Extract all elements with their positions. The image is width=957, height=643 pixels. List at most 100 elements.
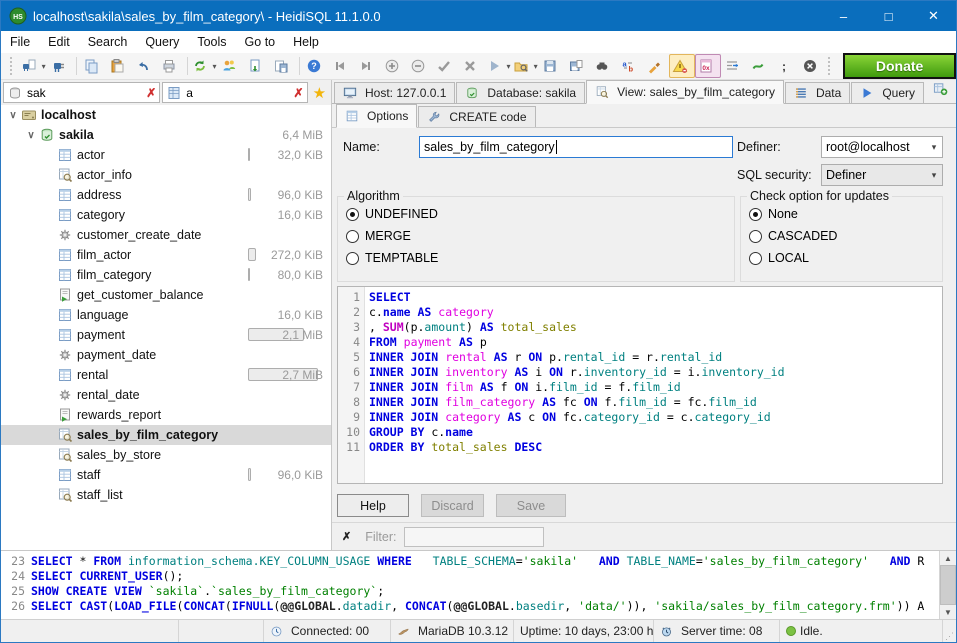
tree-item-sales_by_store[interactable]: sales_by_store bbox=[1, 445, 331, 465]
post-changes-button[interactable] bbox=[433, 54, 459, 78]
menu-file[interactable]: File bbox=[1, 33, 39, 51]
delete-record-button[interactable] bbox=[407, 54, 433, 78]
check-option-radio-none[interactable] bbox=[749, 208, 762, 221]
menu-edit[interactable]: Edit bbox=[39, 33, 79, 51]
check-option-option-local[interactable]: LOCAL bbox=[749, 247, 942, 269]
indent-button[interactable] bbox=[721, 54, 747, 78]
tree-item-sakila[interactable]: ∨sakila6,4 MiB bbox=[1, 125, 331, 145]
save-dump-button[interactable] bbox=[270, 54, 296, 78]
paste-button[interactable] bbox=[106, 54, 132, 78]
algorithm-option-temptable[interactable]: TEMPTABLE bbox=[346, 247, 734, 269]
user-manager-button[interactable] bbox=[218, 54, 244, 78]
tree-item-rental[interactable]: rental2,7 MiB bbox=[1, 365, 331, 385]
tree-item-payment_date[interactable]: payment_date bbox=[1, 345, 331, 365]
resize-grip-icon[interactable]: ⋰ bbox=[943, 631, 956, 642]
favorites-star-icon[interactable]: ★ bbox=[310, 84, 329, 102]
view-sql-editor[interactable]: 1234567891011 SELECTc.name AS category, … bbox=[337, 286, 943, 484]
algorithm-option-undefined[interactable]: UNDEFINED bbox=[346, 203, 734, 225]
clear-column-filter-icon[interactable]: ✗ bbox=[294, 86, 304, 100]
session-manager-button[interactable]: ▾ bbox=[20, 54, 47, 78]
algorithm-option-merge[interactable]: MERGE bbox=[346, 225, 734, 247]
tree-item-sales_by_film_category[interactable]: sales_by_film_category bbox=[1, 425, 331, 445]
first-record-button[interactable] bbox=[329, 54, 355, 78]
find-text-button[interactable] bbox=[591, 54, 617, 78]
semicolon-button[interactable]: ; bbox=[773, 54, 799, 78]
scroll-up-icon[interactable]: ▲ bbox=[940, 551, 956, 565]
tree-item-localhost[interactable]: ∨localhost bbox=[1, 105, 331, 125]
tab-query[interactable]: Query bbox=[851, 82, 924, 103]
collapse-arrow-icon[interactable]: ∨ bbox=[23, 130, 39, 141]
last-record-button[interactable] bbox=[355, 54, 381, 78]
tree-item-staff_list[interactable]: staff_list bbox=[1, 485, 331, 505]
menu-go-to[interactable]: Go to bbox=[236, 33, 285, 51]
tree-item-get_customer_balance[interactable]: get_customer_balance bbox=[1, 285, 331, 305]
tab-view[interactable]: View: sales_by_film_category bbox=[586, 80, 784, 104]
tree-item-rewards_report[interactable]: rewards_report bbox=[1, 405, 331, 425]
filter-input[interactable] bbox=[404, 527, 544, 547]
refresh-button[interactable]: ▾ bbox=[191, 54, 218, 78]
tab-data[interactable]: Data bbox=[785, 82, 850, 103]
run-query-button[interactable]: ▾ bbox=[485, 54, 512, 78]
tree-item-category[interactable]: category16,0 KiB bbox=[1, 205, 331, 225]
scroll-down-icon[interactable]: ▼ bbox=[940, 605, 956, 619]
tree-item-rental_date[interactable]: rental_date bbox=[1, 385, 331, 405]
sql-security-combobox[interactable]: Definer ▾ bbox=[821, 164, 943, 186]
tree-item-address[interactable]: address96,0 KiB bbox=[1, 185, 331, 205]
algorithm-radio-merge[interactable] bbox=[346, 230, 359, 243]
definer-combobox[interactable]: root@localhost ▾ bbox=[821, 136, 943, 158]
tree-item-staff[interactable]: staff96,0 KiB bbox=[1, 465, 331, 485]
format-code-button[interactable] bbox=[643, 54, 669, 78]
scrollbar-thumb[interactable] bbox=[940, 565, 956, 605]
check-option-option-cascaded[interactable]: CASCADED bbox=[749, 225, 942, 247]
menu-query[interactable]: Query bbox=[136, 33, 188, 51]
highlight-errors-button[interactable] bbox=[669, 54, 695, 78]
export-database-button[interactable] bbox=[244, 54, 270, 78]
tree-item-film_category[interactable]: film_category80,0 KiB bbox=[1, 265, 331, 285]
maximize-button[interactable]: □ bbox=[866, 1, 911, 31]
table-filter-input[interactable]: sak ✗ bbox=[3, 82, 160, 103]
help-button[interactable]: ? bbox=[303, 54, 329, 78]
stop-button[interactable] bbox=[799, 54, 825, 78]
menu-search[interactable]: Search bbox=[79, 33, 137, 51]
tree-item-actor[interactable]: actor32,0 KiB bbox=[1, 145, 331, 165]
save-sql-button[interactable] bbox=[539, 54, 565, 78]
subtab-options[interactable]: Options bbox=[336, 104, 417, 128]
check-option-option-none[interactable]: None bbox=[749, 203, 942, 225]
disconnect-button[interactable] bbox=[47, 54, 73, 78]
tab-database[interactable]: Database: sakila bbox=[456, 82, 585, 103]
column-filter-input[interactable]: a ✗ bbox=[162, 82, 307, 103]
undo-button[interactable] bbox=[132, 54, 158, 78]
subtab-create-code[interactable]: CREATE code bbox=[418, 106, 535, 127]
check-option-radio-local[interactable] bbox=[749, 252, 762, 265]
tab-host[interactable]: Host: 127.0.0.1 bbox=[334, 82, 455, 103]
help-button[interactable]: Help bbox=[337, 494, 409, 517]
clear-table-filter-icon[interactable]: ✗ bbox=[146, 86, 156, 100]
close-button[interactable]: ✕ bbox=[911, 1, 956, 31]
tree-item-payment[interactable]: payment2,1 MiB bbox=[1, 325, 331, 345]
replace-text-button[interactable]: ab bbox=[617, 54, 643, 78]
algorithm-radio-temptable[interactable] bbox=[346, 252, 359, 265]
algorithm-radio-undefined[interactable] bbox=[346, 208, 359, 221]
tree-item-language[interactable]: language16,0 KiB bbox=[1, 305, 331, 325]
hex-view-button[interactable]: 0x bbox=[695, 54, 721, 78]
print-button[interactable] bbox=[158, 54, 184, 78]
copy-button[interactable] bbox=[80, 54, 106, 78]
tree-item-film_actor[interactable]: film_actor272,0 KiB bbox=[1, 245, 331, 265]
minimize-button[interactable]: – bbox=[821, 1, 866, 31]
tree-item-actor_info[interactable]: actor_info bbox=[1, 165, 331, 185]
menu-help[interactable]: Help bbox=[284, 33, 328, 51]
menu-tools[interactable]: Tools bbox=[188, 33, 235, 51]
save-sql-as-button[interactable] bbox=[565, 54, 591, 78]
load-sql-file-button[interactable]: ▾ bbox=[512, 54, 539, 78]
cancel-editing-button[interactable] bbox=[459, 54, 485, 78]
close-filter-icon[interactable]: ✗ bbox=[342, 530, 351, 543]
view-name-input[interactable]: sales_by_film_category bbox=[419, 136, 733, 158]
reformat-button[interactable] bbox=[747, 54, 773, 78]
insert-record-button[interactable] bbox=[381, 54, 407, 78]
editor-code[interactable]: SELECTc.name AS category, SUM(p.amount) … bbox=[365, 287, 942, 483]
new-query-tab-button[interactable] bbox=[929, 76, 955, 100]
log-scrollbar[interactable]: ▲ ▼ bbox=[939, 551, 956, 619]
tree-item-customer_create_date[interactable]: customer_create_date bbox=[1, 225, 331, 245]
title-bar[interactable]: HS localhost\sakila\sales_by_film_catego… bbox=[1, 1, 956, 31]
collapse-arrow-icon[interactable]: ∨ bbox=[5, 110, 21, 121]
